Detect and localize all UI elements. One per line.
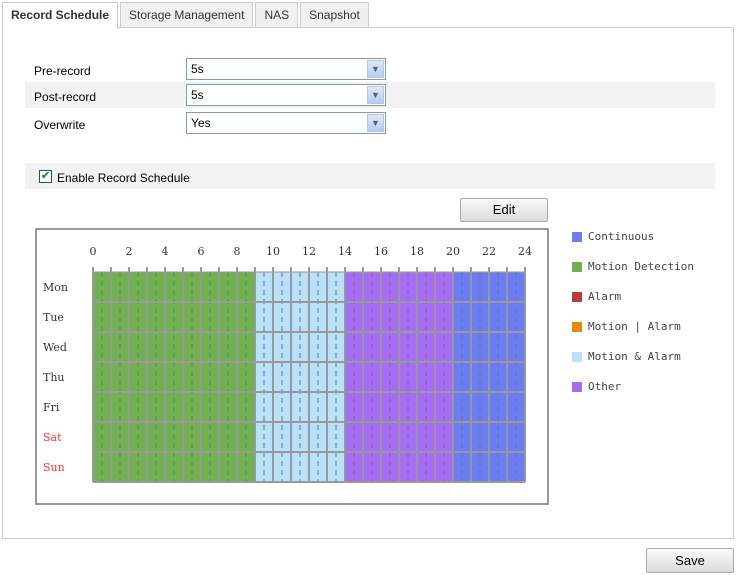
schedule-grid-box: 0 2 4 6 8 10 12 14 16 18 20 22 24 Mon Tue Wed Thu Fri Sat S… bbox=[35, 228, 549, 505]
pre-record-label: Pre-record bbox=[34, 64, 91, 78]
save-button[interactable]: Save bbox=[646, 548, 734, 573]
hour-label: 10 bbox=[266, 245, 280, 258]
hour-label: 12 bbox=[302, 245, 316, 258]
day-label: Thu bbox=[43, 371, 65, 384]
legend-label: Motion Detection bbox=[588, 260, 694, 273]
pre-record-value: 5s bbox=[191, 62, 204, 76]
overwrite-label: Overwrite bbox=[34, 118, 86, 132]
day-label: Wed bbox=[43, 341, 67, 354]
day-label: Sat bbox=[43, 431, 62, 444]
enable-schedule-checkbox[interactable]: ✔ bbox=[39, 170, 52, 183]
post-record-row: Post-record 5s ▼ bbox=[25, 82, 715, 108]
enable-schedule-label: Enable Record Schedule bbox=[57, 171, 190, 185]
chevron-down-icon[interactable]: ▼ bbox=[367, 114, 384, 132]
hour-label: 8 bbox=[234, 245, 241, 258]
hour-label: 4 bbox=[162, 245, 169, 258]
schedule-grid[interactable]: 0 2 4 6 8 10 12 14 16 18 20 22 24MonTueWedThuFriSatS… bbox=[37, 230, 547, 503]
chevron-down-icon[interactable]: ▼ bbox=[367, 60, 384, 78]
tab-bar: Record Schedule Storage Management NAS S… bbox=[2, 2, 371, 29]
tab-record-schedule[interactable]: Record Schedule bbox=[2, 2, 119, 29]
post-record-label: Post-record bbox=[34, 90, 97, 104]
day-label: Fri bbox=[43, 401, 60, 414]
tab-storage-management[interactable]: Storage Management bbox=[120, 2, 254, 28]
legend-swatch bbox=[572, 382, 582, 392]
hour-label: 2 bbox=[126, 245, 133, 258]
legend-label: Other bbox=[588, 380, 622, 393]
chevron-down-icon[interactable]: ▼ bbox=[367, 86, 384, 104]
day-label: Mon bbox=[43, 281, 68, 294]
hour-label: 16 bbox=[374, 245, 388, 258]
pre-record-row: Pre-record 5s ▼ bbox=[25, 56, 715, 82]
tab-snapshot[interactable]: Snapshot bbox=[300, 2, 369, 28]
edit-button[interactable]: Edit bbox=[460, 198, 548, 222]
post-record-value: 5s bbox=[191, 88, 204, 102]
hour-label: 22 bbox=[482, 245, 496, 258]
legend-swatch bbox=[572, 262, 582, 272]
tab-nas[interactable]: NAS bbox=[255, 2, 299, 28]
day-label: Tue bbox=[43, 311, 64, 324]
day-label: Sun bbox=[43, 461, 65, 474]
legend-label: Alarm bbox=[588, 290, 622, 303]
legend-label: Motion & Alarm bbox=[588, 350, 681, 363]
hour-label: 0 bbox=[90, 245, 97, 258]
hour-label: 24 bbox=[518, 245, 532, 258]
legend-label: Motion | Alarm bbox=[588, 320, 681, 333]
legend-swatch bbox=[572, 352, 582, 362]
legend-label: Continuous bbox=[588, 230, 655, 243]
hour-label: 20 bbox=[446, 245, 460, 258]
legend-swatch bbox=[572, 232, 582, 242]
overwrite-row: Overwrite Yes ▼ bbox=[25, 110, 715, 136]
overwrite-value: Yes bbox=[191, 116, 211, 130]
hour-label: 14 bbox=[338, 245, 352, 258]
pre-record-select[interactable]: 5s ▼ bbox=[186, 58, 386, 80]
post-record-select[interactable]: 5s ▼ bbox=[186, 84, 386, 106]
legend-swatch bbox=[572, 292, 582, 302]
hour-label: 6 bbox=[198, 245, 205, 258]
enable-schedule-row: ✔ Enable Record Schedule bbox=[25, 163, 715, 189]
hour-label: 18 bbox=[410, 245, 424, 258]
overwrite-select[interactable]: Yes ▼ bbox=[186, 112, 386, 134]
legend-swatch bbox=[572, 322, 582, 332]
